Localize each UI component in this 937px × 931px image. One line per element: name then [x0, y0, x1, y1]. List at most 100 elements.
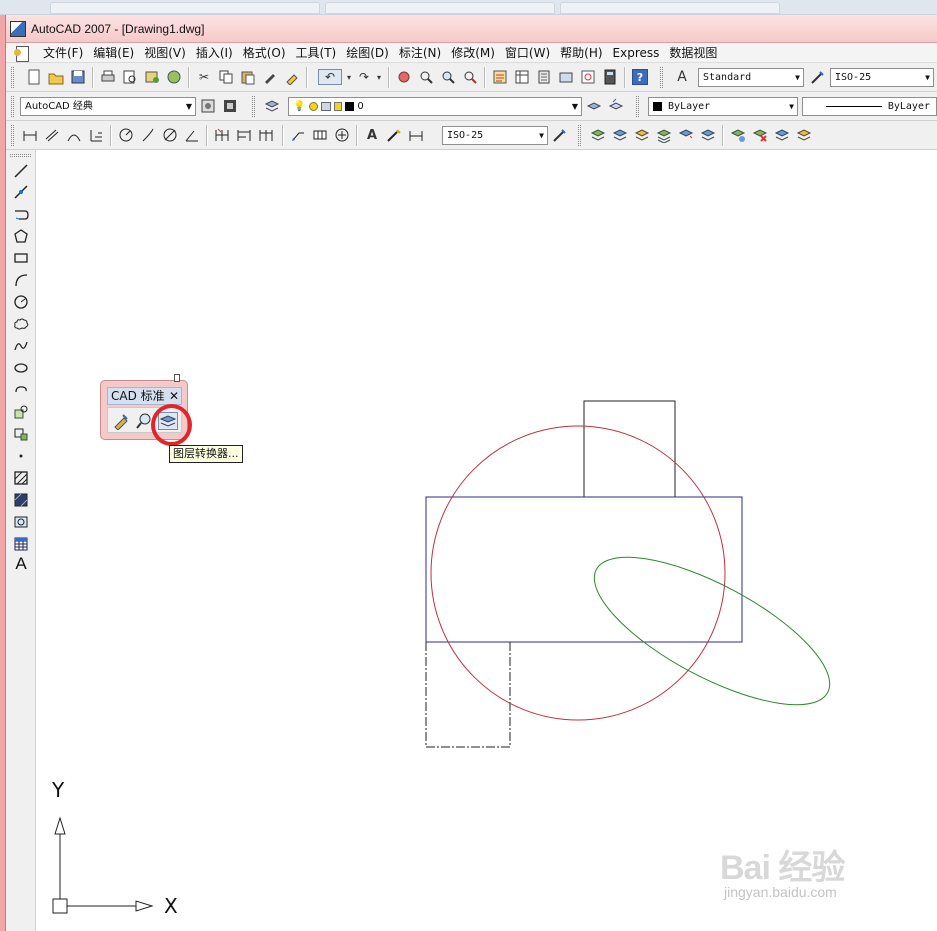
dim-style-select[interactable]: ISO-25 ▼: [830, 68, 934, 87]
dimension-text-edit-icon[interactable]: [386, 127, 402, 143]
menu-view[interactable]: 视图(V): [139, 44, 191, 61]
menu-dimension[interactable]: 标注(N): [394, 44, 446, 61]
properties-icon[interactable]: [492, 69, 508, 85]
undo-dropdown-icon[interactable]: ▾: [344, 69, 354, 85]
layer-tool-icon[interactable]: [730, 127, 746, 143]
color-select[interactable]: ByLayer ▼: [648, 97, 798, 116]
point-icon[interactable]: [11, 447, 31, 465]
plot-preview-icon[interactable]: [122, 69, 138, 85]
menu-window[interactable]: 窗口(W): [500, 44, 555, 61]
text-style-icon[interactable]: A: [674, 69, 690, 85]
linear-dimension-icon[interactable]: [22, 127, 38, 143]
tolerance-icon[interactable]: [312, 127, 328, 143]
make-block-icon[interactable]: [11, 425, 31, 443]
quick-leader-icon[interactable]: [290, 127, 306, 143]
save-icon[interactable]: [70, 69, 86, 85]
open-file-icon[interactable]: [48, 69, 64, 85]
ordinate-dimension-icon[interactable]: [88, 127, 104, 143]
new-file-icon[interactable]: [26, 69, 42, 85]
gradient-icon[interactable]: [11, 491, 31, 509]
main-rectangle[interactable]: [425, 496, 743, 643]
insert-block-icon[interactable]: [11, 403, 31, 421]
make-object-layer-current-icon[interactable]: [586, 98, 602, 114]
rectangle-icon[interactable]: [11, 249, 31, 267]
sheet-set-manager-icon[interactable]: [558, 69, 574, 85]
arc-length-icon[interactable]: [66, 127, 82, 143]
layer-select[interactable]: 💡 0 ▼: [288, 97, 582, 116]
table-icon[interactable]: [11, 535, 31, 553]
match-properties-icon[interactable]: [262, 69, 278, 85]
workspace-save-icon[interactable]: [222, 98, 238, 114]
diameter-dimension-icon[interactable]: [162, 127, 178, 143]
drawing-canvas[interactable]: Y X: [36, 150, 937, 931]
block-editor-icon[interactable]: [284, 69, 300, 85]
layer-tool-icon[interactable]: [590, 127, 606, 143]
toolbar-grip[interactable]: [11, 96, 14, 117]
text-style-select[interactable]: Standard ▼: [698, 68, 804, 87]
publish-icon[interactable]: [144, 69, 160, 85]
layer-tool-icon[interactable]: [796, 127, 812, 143]
help-icon[interactable]: ?: [632, 69, 648, 85]
cut-icon[interactable]: ✂: [196, 69, 212, 85]
undo-icon[interactable]: ↶: [318, 69, 342, 85]
dashed-rectangle-bottom[interactable]: [425, 642, 511, 748]
hatch-icon[interactable]: [11, 469, 31, 487]
document-icon[interactable]: [14, 45, 30, 62]
toolbar-grip[interactable]: [660, 67, 663, 88]
angular-dimension-icon[interactable]: [184, 127, 200, 143]
construction-line-icon[interactable]: [11, 183, 31, 201]
dimension-edit-icon[interactable]: A: [364, 127, 380, 143]
copy-icon[interactable]: [218, 69, 234, 85]
toolbar-grip[interactable]: [252, 96, 255, 117]
dimension-style-icon[interactable]: [810, 69, 826, 85]
dimension-update-icon[interactable]: [408, 127, 424, 143]
ellipse-arc-icon[interactable]: [11, 381, 31, 399]
dim-style-select-2[interactable]: ISO-25 ▼: [442, 126, 548, 145]
configure-standards-icon[interactable]: [112, 412, 130, 431]
menu-edit[interactable]: 编辑(E): [88, 44, 139, 61]
revision-cloud-icon[interactable]: [11, 315, 31, 333]
layer-tool-icon[interactable]: [700, 127, 716, 143]
menu-draw[interactable]: 绘图(D): [341, 44, 394, 61]
dimension-style-icon[interactable]: [552, 127, 568, 143]
radius-dimension-icon[interactable]: [118, 127, 134, 143]
design-center-icon[interactable]: [514, 69, 530, 85]
layer-previous-icon[interactable]: [608, 98, 624, 114]
menu-modify[interactable]: 修改(M): [446, 44, 500, 61]
menu-data-view[interactable]: 数据视图: [664, 44, 722, 61]
layer-tool-icon[interactable]: [634, 127, 650, 143]
toolbar-grip[interactable]: [11, 125, 14, 146]
redo-icon[interactable]: ↷: [356, 69, 372, 85]
toolbar-grip[interactable]: [10, 154, 31, 157]
jogged-dimension-icon[interactable]: [140, 127, 156, 143]
layer-delete-icon[interactable]: [752, 127, 768, 143]
layer-properties-icon[interactable]: [264, 98, 280, 114]
circle-icon[interactable]: [11, 293, 31, 311]
spline-icon[interactable]: [11, 337, 31, 355]
multiline-text-icon[interactable]: A: [11, 554, 31, 573]
arc-icon[interactable]: [11, 271, 31, 289]
layer-tool-icon[interactable]: [656, 127, 672, 143]
layer-tool-icon[interactable]: [678, 127, 694, 143]
menu-help[interactable]: 帮助(H): [555, 44, 607, 61]
baseline-dimension-icon[interactable]: [236, 127, 252, 143]
aligned-dimension-icon[interactable]: [44, 127, 60, 143]
browser-tab[interactable]: [325, 2, 555, 14]
menu-insert[interactable]: 插入(I): [191, 44, 238, 61]
region-icon[interactable]: [11, 513, 31, 531]
continue-dimension-icon[interactable]: [258, 127, 274, 143]
red-circle[interactable]: [430, 425, 726, 721]
line-icon[interactable]: [11, 162, 31, 180]
pan-icon[interactable]: [396, 69, 412, 85]
layer-tool-icon[interactable]: [774, 127, 790, 143]
plot-icon[interactable]: [100, 69, 116, 85]
green-ellipse[interactable]: [575, 529, 850, 733]
quick-dimension-icon[interactable]: [214, 127, 230, 143]
zoom-realtime-icon[interactable]: [418, 69, 434, 85]
close-icon[interactable]: ✕: [169, 388, 179, 404]
toolbar-grip[interactable]: [636, 96, 639, 117]
ellipse-icon[interactable]: [11, 359, 31, 377]
browser-tab[interactable]: [50, 2, 320, 14]
redo-dropdown-icon[interactable]: ▾: [374, 69, 384, 85]
menu-file[interactable]: 文件(F): [38, 44, 88, 61]
